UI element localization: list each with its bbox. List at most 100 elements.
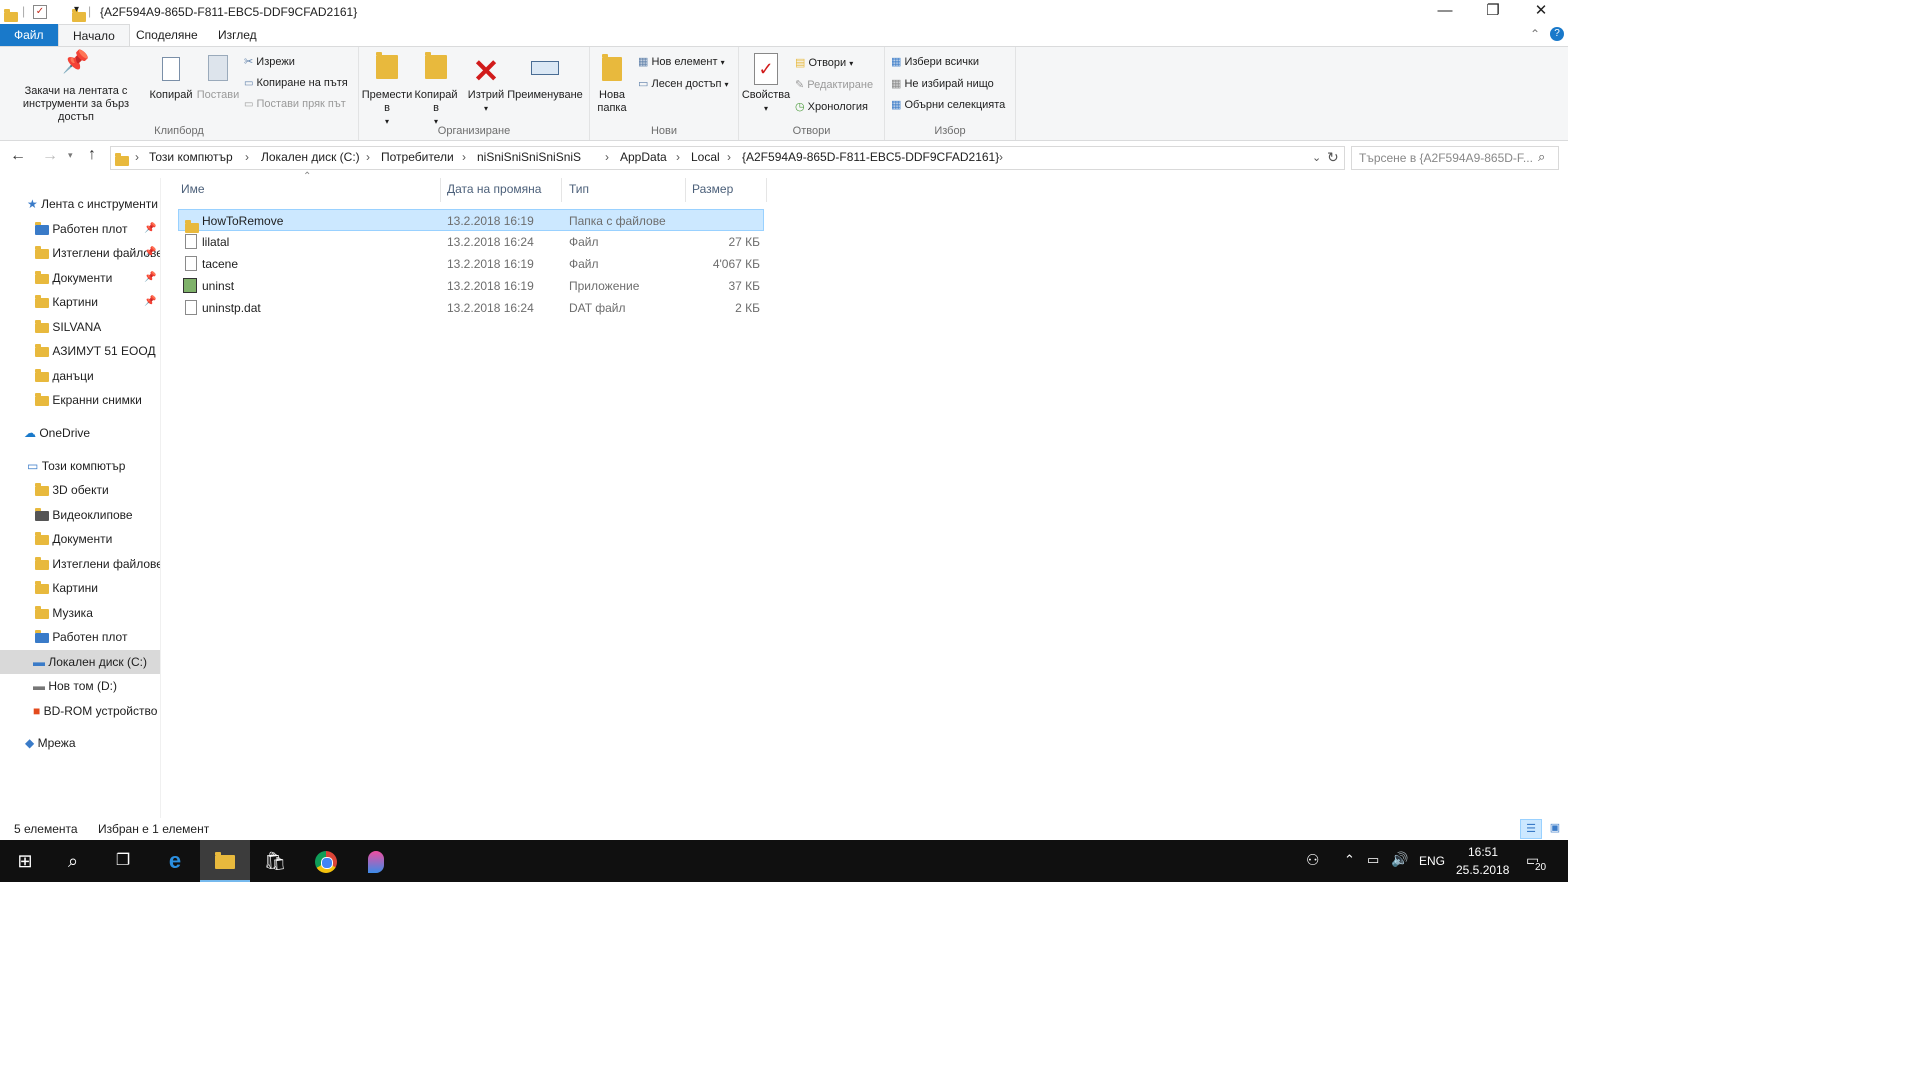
easy-access-button[interactable]: ▭ Лесен достъп ▾ [638,77,729,90]
breadcrumb-local-disk[interactable]: Локален диск (C:) [261,150,360,164]
nav-local-disk-c[interactable]: ▬ Локален диск (C:) [0,650,160,674]
task-view-icon[interactable]: ❐ [98,840,148,882]
language-indicator[interactable]: ENG [1419,854,1445,868]
search-icon[interactable]: ⌕ [1538,149,1545,165]
breadcrumb-local[interactable]: Local [691,150,720,164]
pin-icon[interactable]: 📌 [144,241,156,265]
new-folder-button[interactable]: Нова папка [592,53,632,115]
file-explorer-taskbar-icon[interactable] [200,840,250,882]
battery-icon[interactable]: ▭ [1367,852,1379,868]
large-icons-view-icon[interactable]: ▣ [1545,819,1565,837]
address-dropdown-icon[interactable]: ⌄ [1312,151,1321,164]
select-all-button[interactable]: ▦ Избери всички [891,55,979,68]
recent-locations-icon[interactable]: ▾ [68,150,73,161]
tab-share[interactable]: Споделяне [122,24,212,46]
back-arrow-icon[interactable]: ← [10,147,26,165]
edge-icon[interactable]: e [150,840,200,882]
show-hidden-icons-icon[interactable]: ⌃ [1344,852,1355,868]
copy-to-button[interactable]: Копирай в ▾ [411,52,461,128]
breadcrumb-appdata[interactable]: AppData [620,150,667,164]
nav-3d-objects[interactable]: 3D обекти [0,478,160,502]
nav-quick-access[interactable]: ★ Лента с инструменти за бърз достъп [0,192,160,216]
breadcrumb-users[interactable]: Потребители [381,150,454,164]
invert-selection-button[interactable]: ▦ Обърни селекцията [891,98,1005,111]
properties-button[interactable]: ✓ Свойства ▾ [741,53,791,115]
cut-button[interactable]: ✂ Изрежи [244,55,295,68]
rename-button[interactable]: Преименуване [507,53,583,102]
breadcrumb-separator[interactable]: › [999,150,1003,164]
breadcrumb-this-pc[interactable]: Този компютър [149,150,233,164]
file-row-uninst[interactable]: uninst 13.2.2018 16:19 Приложение 37 КБ [178,275,764,297]
collapse-ribbon-icon[interactable]: ⌃ [1530,27,1540,41]
forward-arrow-icon[interactable]: → [42,147,58,165]
breadcrumb-separator[interactable]: › [366,150,370,164]
nav-music[interactable]: Музика [0,601,160,625]
pin-icon[interactable]: 📌 [144,266,156,290]
nav-documents[interactable]: Документи 📌 [0,266,160,290]
nav-azimut[interactable]: АЗИМУТ 51 ЕООД [0,339,160,363]
up-arrow-icon[interactable]: ↑ [88,146,96,164]
windows-start-icon[interactable]: ⊞ [0,840,50,882]
delete-button[interactable]: ✕ Изтрий ▾ [465,53,507,115]
close-button[interactable]: ✕ [1518,0,1564,24]
breadcrumb-separator[interactable]: › [462,150,466,164]
nav-pictures[interactable]: Картини 📌 [0,290,160,314]
details-view-icon[interactable]: ☰ [1520,819,1542,839]
column-size[interactable]: Размер [692,178,733,202]
properties-quick-icon[interactable]: ✓ [33,5,47,19]
volume-icon[interactable]: 🔊 [1391,851,1408,868]
breadcrumb-separator[interactable]: › [676,150,680,164]
tab-view[interactable]: Изглед [204,24,271,46]
pin-icon[interactable]: 📌 [144,290,156,314]
column-divider[interactable] [440,178,441,202]
nav-screenshots[interactable]: Екранни снимки [0,388,160,412]
nav-silvana[interactable]: SILVANA [0,315,160,339]
nav-pc-pictures[interactable]: Картини [0,576,160,600]
file-row-howtoremove[interactable]: HowToRemove 13.2.2018 16:19 Папка с файл… [178,209,764,233]
column-divider[interactable] [766,178,767,202]
search-input[interactable]: Търсене в {A2F594A9-865D-F... [1359,151,1533,165]
nav-pc-downloads[interactable]: Изтеглени файлове [0,552,160,576]
tab-file[interactable]: Файл [0,24,58,46]
move-to-button[interactable]: Премести в ▾ [361,52,413,128]
column-divider[interactable] [561,178,562,202]
store-icon[interactable]: 🛍 [250,840,300,882]
history-button[interactable]: ◷ Хронология [795,100,868,113]
maximize-button[interactable]: ❐ [1470,0,1516,24]
breadcrumb-separator[interactable]: › [605,150,609,164]
nav-new-volume-d[interactable]: ▬ Нов том (D:) [0,674,160,698]
breadcrumb-separator[interactable]: › [245,150,249,164]
nav-taxes[interactable]: данъци [0,364,160,388]
search-icon[interactable]: ⌕ [48,840,98,882]
nav-videos[interactable]: Видеоклипове [0,503,160,527]
clock-time[interactable]: 16:51 [1468,845,1498,859]
search-box[interactable]: Търсене в {A2F594A9-865D-F... ⌕ [1351,146,1559,170]
paste-shortcut-button[interactable]: ▭ Постави пряк път [244,98,346,110]
file-row-lilatal[interactable]: lilatal 13.2.2018 16:24 Файл 27 КБ [178,231,764,253]
pin-icon[interactable]: 📌 [144,217,156,241]
nav-onedrive[interactable]: ☁ OneDrive [0,421,160,445]
pane-divider[interactable] [160,178,161,818]
breadcrumb-separator[interactable]: › [135,150,139,164]
nav-bd-rom[interactable]: ■ BD-ROM устройство [0,699,160,723]
column-divider[interactable] [685,178,686,202]
clock-date[interactable]: 25.5.2018 [1456,863,1509,877]
nav-pc-desktop[interactable]: Работен плот [0,625,160,649]
help-icon[interactable]: ? [1550,27,1564,41]
file-row-tacene[interactable]: tacene 13.2.2018 16:19 Файл 4'067 КБ [178,253,764,275]
paste-button[interactable]: Постави [196,53,240,102]
copy-button[interactable]: Копирай [149,53,193,102]
tab-home[interactable]: Начало [58,24,130,47]
select-none-button[interactable]: ▦ Не избирай нищо [891,77,994,90]
breadcrumb-separator[interactable]: › [727,150,731,164]
file-row-uninstp-dat[interactable]: uninstp.dat 13.2.2018 16:24 DAT файл 2 К… [178,297,764,319]
address-bar[interactable]: › Този компютър › Локален диск (C:) › По… [110,146,1345,170]
new-item-button[interactable]: ▦ Нов елемент ▾ [638,55,725,68]
paint-3d-icon[interactable] [351,840,401,882]
people-icon[interactable]: ⚇ [1306,851,1319,869]
pin-quick-access-button[interactable]: 📌 Закачи на лентата с инструменти за бър… [4,51,148,124]
column-name[interactable]: Име [181,178,205,202]
breadcrumb-user[interactable]: niSniSniSniSniSniS [477,150,581,164]
refresh-icon[interactable]: ↻ [1327,149,1339,166]
column-date-modified[interactable]: Дата на промяна [447,178,541,202]
